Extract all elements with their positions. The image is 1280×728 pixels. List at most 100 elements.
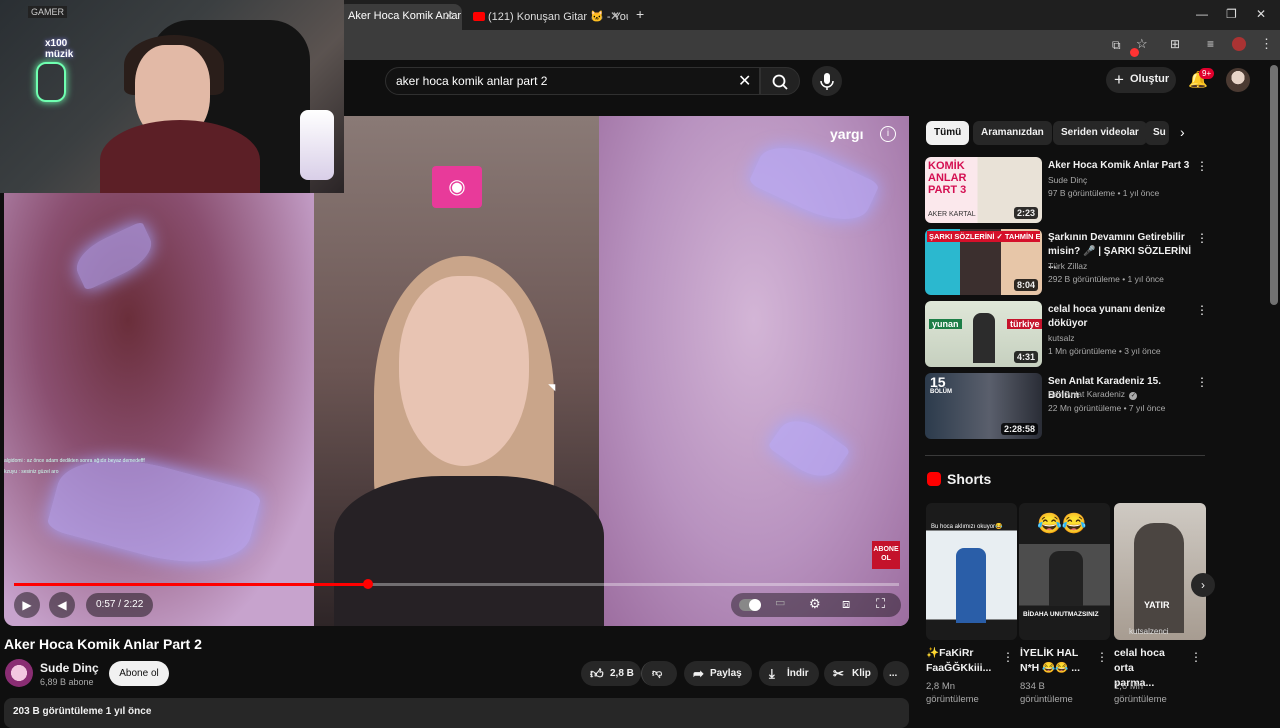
clear-search-icon[interactable]: ✕: [738, 71, 751, 91]
recommendation-channel[interactable]: kutsalz: [1048, 333, 1074, 343]
search-input[interactable]: aker hoca komik anlar part 2: [385, 67, 760, 95]
short-views: 1,6 Mn görüntüleme: [1114, 681, 1167, 705]
short-overlay-subtext: kutsalzenci: [1129, 627, 1169, 636]
chip-series[interactable]: Seriden videolar: [1053, 121, 1147, 145]
voice-search-button[interactable]: [812, 66, 842, 96]
account-avatar[interactable]: [1226, 68, 1250, 92]
duration-badge: 8:04: [1013, 279, 1038, 291]
more-options-icon[interactable]: ⋮: [1196, 159, 1208, 173]
short-thumbnail[interactable]: 😂😂 BİDAHA UNUTMAZSINIZ: [1019, 503, 1110, 640]
notification-badge: 9+: [1199, 68, 1215, 79]
reading-list-icon[interactable]: ≡: [1207, 37, 1214, 51]
subscribe-button[interactable]: Abone ol: [109, 661, 169, 686]
short-thumbnail[interactable]: YATIR kutsalzenci: [1114, 503, 1206, 640]
more-options-icon[interactable]: ⋮: [1002, 650, 1014, 664]
short-title[interactable]: İYELİK HAL N*H 😂😂 ...: [1020, 646, 1098, 676]
video-thumbnail[interactable]: ŞARKI SÖZLERİNİ ✓ TAHMİN ET! 8:04: [925, 229, 1042, 295]
restore-icon[interactable]: ❐: [1226, 7, 1237, 21]
recommendation-title[interactable]: celal hoca yunanı denize döküyor: [1048, 303, 1193, 331]
recommendation-item[interactable]: KOMİK ANLAR PART 3 AKER KARTAL 2:23 Aker…: [925, 157, 1210, 223]
shorts-icon: [927, 472, 941, 486]
video-thumbnail[interactable]: 15 BÖLÜM 2:28:58: [925, 373, 1042, 439]
short-overlay-text: Bu hoca aklımızı okuyor😂: [931, 524, 1003, 530]
chevron-right-icon[interactable]: ›: [1191, 573, 1215, 597]
recommendation-meta: 22 Mn görüntüleme • 7 yıl önce: [1048, 403, 1166, 413]
chat-message: kzuyu : sesiniz güzel aro: [4, 469, 59, 475]
close-icon[interactable]: ✕: [610, 9, 620, 23]
time-display: 0:57 / 2:22: [86, 593, 154, 617]
chip-from-search[interactable]: Aramanızdan: [973, 121, 1052, 145]
fullscreen-icon[interactable]: ⛶: [876, 596, 885, 612]
youtube-icon: [473, 12, 485, 21]
description-box[interactable]: 203 B görüntüleme 1 yıl önce: [4, 698, 909, 728]
recommendation-meta: 292 B görüntüleme • 1 yıl önce: [1048, 274, 1164, 284]
more-options-icon[interactable]: ⋮: [1196, 375, 1208, 389]
channel-name: Sen Anlat Karadeniz: [1048, 389, 1126, 399]
video-subject-hoodie: [334, 476, 604, 626]
window-close-icon[interactable]: ✕: [1256, 7, 1266, 21]
download-icon: ⤓: [769, 666, 775, 681]
info-icon[interactable]: i: [880, 126, 896, 142]
autoplay-toggle[interactable]: [739, 595, 761, 611]
recommendation-channel[interactable]: Sude Dinç: [1048, 175, 1087, 185]
recommendation-meta: 97 B görüntüleme • 1 yıl önce: [1048, 188, 1160, 198]
channel-name[interactable]: Sude Dinç: [40, 661, 99, 675]
chat-message: algidomi : az önce adam dedikten sonra a…: [4, 458, 145, 464]
more-actions-button[interactable]: ...: [883, 661, 909, 686]
more-options-icon[interactable]: ⋮: [1196, 231, 1208, 245]
more-options-icon[interactable]: ⋮: [1190, 650, 1202, 664]
recommendation-item[interactable]: yunan türkiye 4:31 celal hoca yunanı den…: [925, 301, 1210, 367]
short-thumbnail[interactable]: Bu hoca aklımızı okuyor😂: [926, 503, 1017, 640]
thumbnail-text: 15: [930, 374, 946, 390]
volume-icon[interactable]: ◀: [49, 592, 75, 618]
miniplayer-icon[interactable]: ⧈: [842, 596, 850, 612]
person-figure: [1134, 523, 1184, 633]
share-button[interactable]: ➦ Paylaş: [684, 661, 752, 686]
tab-konusan-gitar[interactable]: (121) Konuşan Gitar 🐱 - YouTu ✕: [466, 4, 628, 30]
search-button[interactable]: [760, 67, 800, 95]
close-icon[interactable]: ✕: [444, 9, 454, 23]
recommendation-channel[interactable]: Sen Anlat Karadeniz ✓: [1048, 389, 1138, 400]
chip-all[interactable]: Tümü: [926, 121, 970, 145]
short-overlay-text: YATIR: [1144, 600, 1170, 610]
recommendation-channel[interactable]: Türk Zillaz: [1048, 261, 1087, 271]
tab-aker-hoca[interactable]: Aker Hoca Komik Anlar Pa ✕: [338, 4, 462, 30]
new-tab-button[interactable]: +: [636, 6, 644, 22]
recommendation-title[interactable]: Aker Hoca Komik Anlar Part 3: [1048, 159, 1193, 173]
chip-more[interactable]: Su: [1145, 121, 1169, 145]
like-button[interactable]: 👍︎ 2,8 B: [581, 661, 641, 686]
extensions-icon[interactable]: ⊞: [1170, 37, 1180, 51]
recommendation-item[interactable]: ŞARKI SÖZLERİNİ ✓ TAHMİN ET! 8:04 Şarkın…: [925, 229, 1210, 295]
short-title[interactable]: ✨FaKiRr FaaĞĞKkiii...: [926, 646, 1004, 676]
thumbnail-subtext: AKER KARTAL: [928, 211, 976, 218]
download-button[interactable]: ⤓ İndir: [759, 661, 819, 686]
recommendation-meta: 1 Mn görüntüleme • 3 yıl önce: [1048, 346, 1161, 356]
progress-scrubber[interactable]: [363, 579, 373, 589]
neon-sign: x100 müzik: [45, 38, 74, 60]
chevron-right-icon[interactable]: ›: [1180, 124, 1185, 140]
more-options-icon[interactable]: ⋮: [1196, 303, 1208, 317]
thumbnail-text: KOMİK ANLAR PART 3: [928, 160, 967, 196]
section-divider: [925, 455, 1205, 456]
subtitles-icon[interactable]: ▭: [775, 596, 785, 609]
profile-icon[interactable]: [1232, 37, 1246, 51]
short-overlay-text: 😂😂: [1037, 513, 1087, 535]
channel-avatar[interactable]: [5, 659, 33, 687]
more-options-icon[interactable]: ⋮: [1096, 650, 1108, 664]
video-thumbnail[interactable]: KOMİK ANLAR PART 3 AKER KARTAL 2:23: [925, 157, 1042, 223]
player-right-controls: ▭ ⚙ ⧈ ⛶: [731, 593, 901, 617]
browser-menu-icon[interactable]: ⋮: [1260, 36, 1273, 52]
settings-gear-icon[interactable]: ⚙: [809, 596, 821, 612]
dislike-button[interactable]: 👎︎: [641, 661, 677, 686]
page-scrollbar[interactable]: [1270, 65, 1278, 305]
cast-icon[interactable]: ⧉: [1112, 38, 1121, 53]
video-thumbnail[interactable]: yunan türkiye 4:31: [925, 301, 1042, 367]
minimize-icon[interactable]: —: [1196, 7, 1208, 21]
progress-bar[interactable]: [14, 579, 899, 589]
stream-chat-overlay: algidomi : az önce adam dedikten sonra a…: [4, 458, 145, 475]
short-overlay-subtext: BİDAHA UNUTMAZSINIZ: [1023, 611, 1099, 618]
play-button[interactable]: ▶: [14, 592, 40, 618]
clip-button[interactable]: ✂ Klip: [824, 661, 878, 686]
recommendation-item[interactable]: 15 BÖLÜM 2:28:58 Sen Anlat Karadeniz 15.…: [925, 373, 1210, 439]
create-button[interactable]: + Oluştur: [1106, 67, 1176, 93]
